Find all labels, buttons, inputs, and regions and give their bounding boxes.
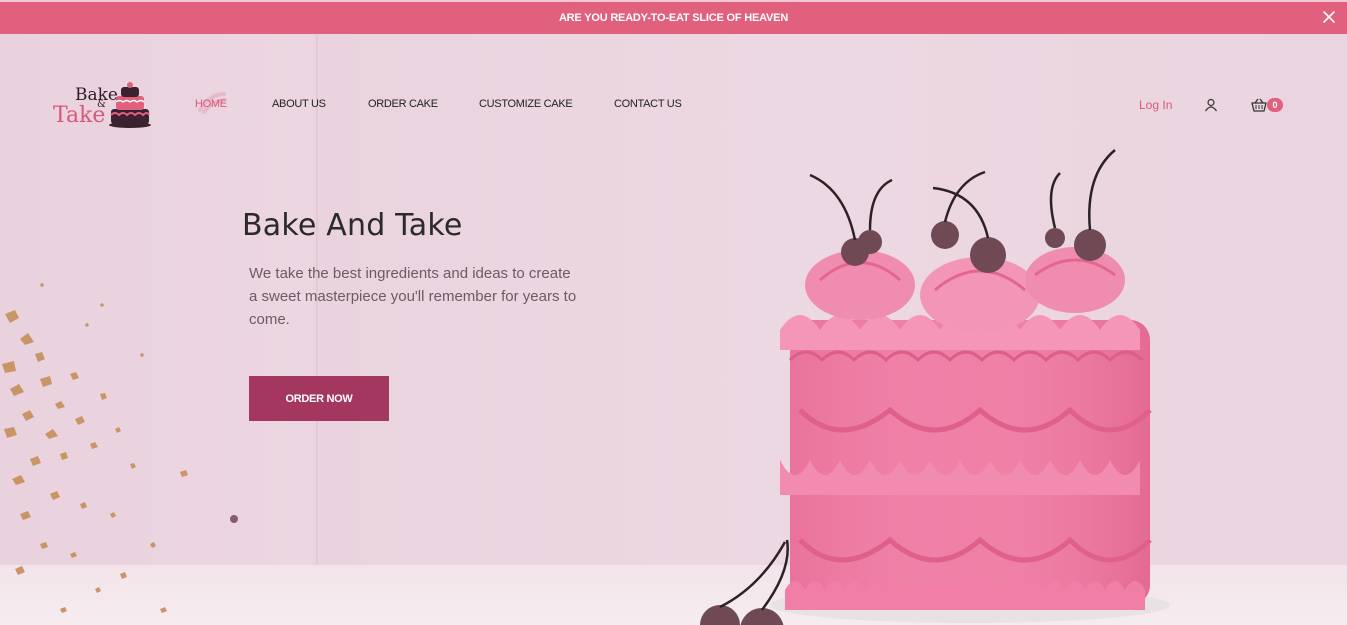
cart-count-badge: 0 [1267,98,1283,112]
hero-title: Bake And Take [242,208,463,243]
hero-subtitle: We take the best ingredients and ideas t… [249,265,577,328]
pink-cake-image [700,149,1170,625]
close-icon[interactable] [1321,9,1337,25]
cake-logo-icon [109,82,151,128]
cart-icon[interactable] [1251,97,1267,113]
nav-item-contact-us[interactable]: CONTACT US [614,98,682,110]
announcement-text: ARE YOU READY-TO-EAT SLICE OF HEAVEN [558,12,789,24]
nav-item-about-us[interactable]: ABOUT US [272,98,326,110]
hero-section: Bake & Take HOME ABOUT US ORDER CAKE CUS… [0,34,1347,625]
user-icon[interactable] [1204,98,1218,112]
login-link[interactable]: Log In [1139,98,1172,112]
nav-item-customize-cake[interactable]: CUSTOMIZE CAKE [479,98,573,110]
nav-item-order-cake[interactable]: ORDER CAKE [368,98,438,110]
announcement-bar: ARE YOU READY-TO-EAT SLICE OF HEAVEN [0,0,1347,34]
gold-sprinkles-decoration [2,283,238,613]
order-now-button[interactable]: ORDER NOW [249,376,389,421]
brand-logo[interactable]: Bake & Take [52,81,152,131]
logo-text-take: Take [53,103,106,128]
nav-item-home[interactable]: HOME [195,98,227,110]
